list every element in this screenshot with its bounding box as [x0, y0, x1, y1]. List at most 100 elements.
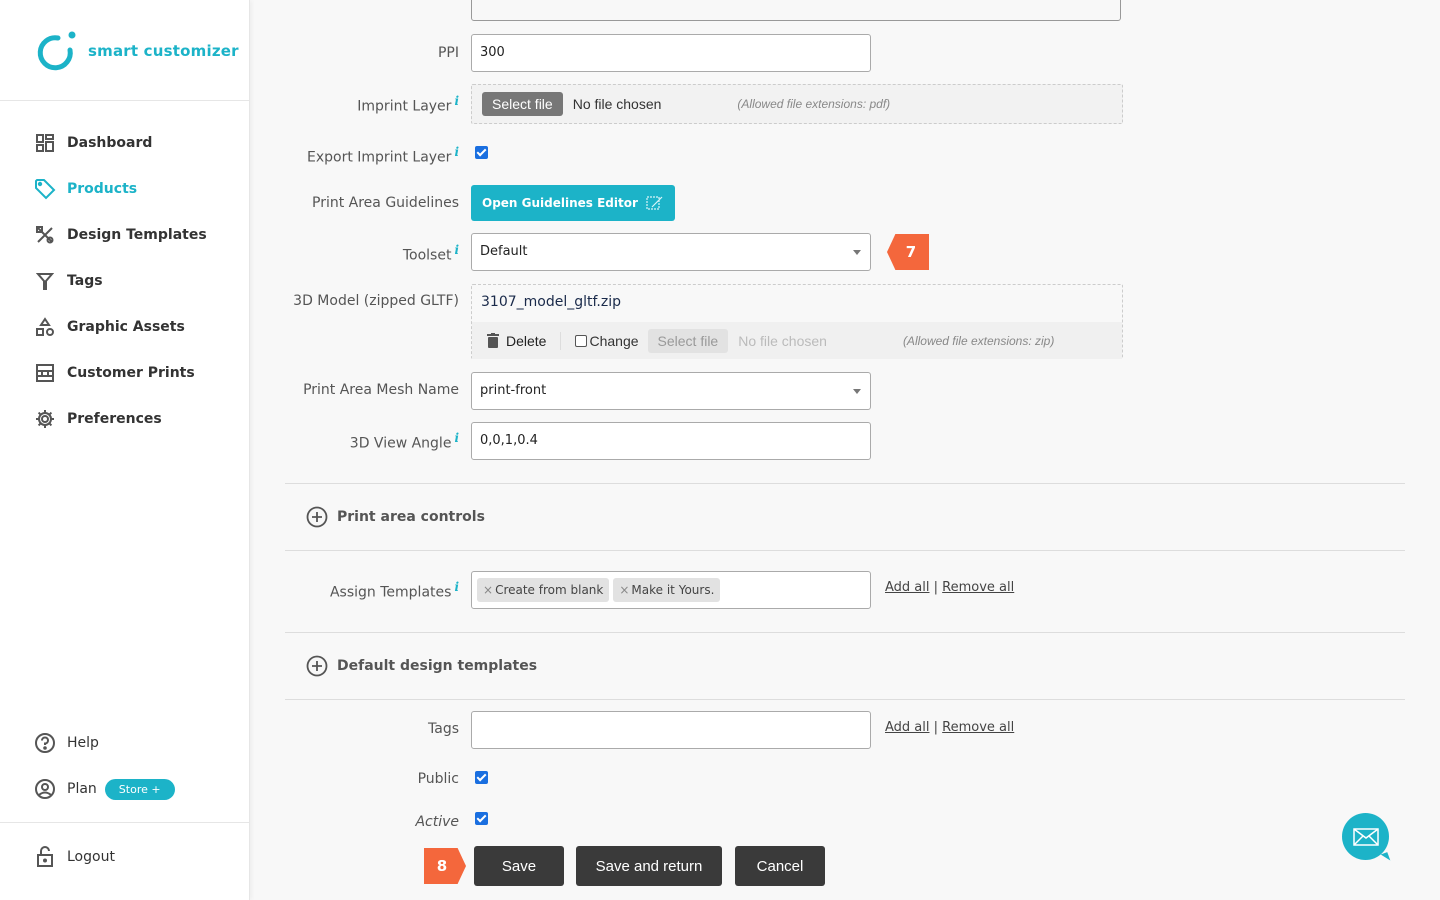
- plus-circle-icon: [306, 655, 328, 677]
- toolset-select[interactable]: Default: [471, 233, 871, 271]
- tags-links: Add all | Remove all: [885, 720, 1014, 735]
- plus-circle-icon: [306, 506, 328, 528]
- gear-icon: [34, 408, 56, 430]
- sidebar-item-tags[interactable]: Tags: [0, 258, 250, 304]
- prints-icon: [34, 362, 56, 384]
- remove-chip-icon[interactable]: ×: [619, 583, 629, 597]
- tags-label: Tags: [428, 721, 459, 737]
- assign-templates-label: Assign Templates i: [330, 580, 459, 601]
- divider: [285, 483, 1405, 484]
- chat-widget-button[interactable]: [1342, 813, 1389, 860]
- sidebar-item-label: Design Templates: [67, 227, 207, 243]
- tags-input[interactable]: [471, 711, 871, 749]
- section-default-design-templates[interactable]: Default design templates: [306, 655, 537, 677]
- ppi-value: 300: [480, 45, 505, 60]
- sidebar-item-dashboard[interactable]: Dashboard: [0, 120, 250, 166]
- model-3d-filename[interactable]: 3107_model_gltf.zip: [481, 294, 621, 310]
- textarea-top[interactable]: [471, 0, 1121, 21]
- link-separator: |: [933, 580, 939, 595]
- info-icon[interactable]: i: [454, 580, 459, 594]
- sidebar-item-label: Customer Prints: [67, 365, 195, 381]
- file-hint: (Allowed file extensions: zip): [902, 333, 1055, 348]
- template-chip[interactable]: × Make it Yours.: [613, 578, 721, 602]
- select-file-button[interactable]: Select file: [647, 328, 729, 353]
- sidebar: smart customizer Dashboard Products Desi…: [0, 0, 250, 900]
- active-checkbox[interactable]: [475, 812, 488, 825]
- sidebar-item-products[interactable]: Products: [0, 166, 250, 212]
- section-title: Print area controls: [337, 509, 485, 525]
- mesh-name-value: print-front: [480, 383, 547, 398]
- file-hint: (Allowed file extensions: pdf): [737, 97, 891, 111]
- print-area-guidelines-label: Print Area Guidelines: [312, 195, 459, 211]
- sidebar-item-preferences[interactable]: Preferences: [0, 396, 250, 442]
- export-imprint-layer-label: Export Imprint Layer i: [307, 145, 459, 166]
- delete-button[interactable]: Delete: [487, 333, 546, 349]
- sidebar-item-customer-prints[interactable]: Customer Prints: [0, 350, 250, 396]
- logo[interactable]: smart customizer: [0, 0, 250, 101]
- change-checkbox[interactable]: [575, 334, 588, 347]
- chip-label: Make it Yours.: [631, 583, 715, 597]
- export-imprint-layer-checkbox[interactable]: [475, 146, 488, 159]
- assign-templates-label-text: Assign Templates: [329, 584, 452, 601]
- view-angle-input[interactable]: 0,0,1,0.4: [471, 422, 871, 460]
- step-marker-7: 7: [887, 234, 929, 270]
- remove-all-link[interactable]: Remove all: [942, 720, 1014, 735]
- public-checkbox[interactable]: [475, 771, 488, 784]
- sidebar-item-help[interactable]: Help: [0, 720, 250, 766]
- model-3d-label: 3D Model (zipped GLTF): [293, 293, 459, 309]
- add-all-link[interactable]: Add all: [885, 580, 930, 595]
- mail-icon: [1352, 827, 1379, 846]
- design-tools-icon: [34, 224, 56, 246]
- info-icon[interactable]: i: [454, 145, 459, 159]
- section-print-area-controls[interactable]: Print area controls: [306, 506, 485, 528]
- remove-chip-icon[interactable]: ×: [483, 583, 493, 597]
- info-icon[interactable]: i: [454, 431, 459, 445]
- sidebar-item-plan[interactable]: Plan Store +: [0, 766, 250, 812]
- cancel-button[interactable]: Cancel: [735, 846, 825, 886]
- model-3d-file-box: 3107_model_gltf.zip Delete Change Select…: [471, 284, 1123, 359]
- brand-name: smart customizer: [88, 42, 239, 60]
- sidebar-item-label: Logout: [67, 849, 115, 865]
- open-guidelines-editor-label: Open Guidelines Editor: [482, 196, 638, 210]
- main-nav: Dashboard Products Design Templates Tags…: [0, 120, 250, 442]
- filter-icon: [34, 270, 56, 292]
- assign-templates-input[interactable]: × Create from blank × Make it Yours.: [471, 571, 871, 609]
- info-icon[interactable]: i: [454, 243, 459, 257]
- section-title: Default design templates: [337, 658, 538, 674]
- imprint-layer-label: Imprint Layer i: [357, 94, 459, 115]
- assign-templates-links: Add all | Remove all: [885, 580, 1014, 595]
- save-and-return-button[interactable]: Save and return: [576, 846, 722, 886]
- sidebar-item-logout[interactable]: Logout: [0, 834, 250, 880]
- dashboard-icon: [34, 132, 56, 154]
- plan-badge[interactable]: Store +: [104, 778, 175, 800]
- info-icon[interactable]: i: [454, 94, 459, 108]
- sidebar-item-label: Products: [67, 181, 138, 197]
- sidebar-item-design-templates[interactable]: Design Templates: [0, 212, 250, 258]
- sidebar-item-label: Dashboard: [67, 135, 153, 151]
- view-angle-value: 0,0,1,0.4: [480, 433, 538, 448]
- mesh-name-label: Print Area Mesh Name: [303, 382, 459, 398]
- main-content: PPI 300 Imprint Layer i Select file No fi…: [251, 0, 1440, 900]
- trash-icon: [487, 333, 499, 348]
- sidebar-item-label: Graphic Assets: [67, 319, 185, 335]
- divider: [285, 550, 1405, 551]
- user-circle-icon: [34, 778, 56, 800]
- chevron-down-icon: [853, 250, 861, 255]
- ppi-label: PPI: [437, 45, 459, 61]
- sidebar-item-graphic-assets[interactable]: Graphic Assets: [0, 304, 250, 350]
- link-separator: |: [933, 720, 939, 735]
- separator: [560, 331, 562, 350]
- logout-section: Logout: [0, 834, 250, 880]
- sidebar-bottom-nav: Help Plan Store +: [0, 720, 250, 812]
- select-file-button[interactable]: Select file: [482, 92, 563, 116]
- remove-all-link[interactable]: Remove all: [942, 580, 1014, 595]
- save-button[interactable]: Save: [474, 846, 564, 886]
- divider: [285, 632, 1405, 633]
- mesh-name-select[interactable]: print-front: [471, 372, 871, 410]
- template-chip[interactable]: × Create from blank: [477, 578, 610, 602]
- sidebar-divider: [0, 822, 250, 823]
- add-all-link[interactable]: Add all: [885, 720, 930, 735]
- toolset-label: Toolset i: [403, 243, 459, 264]
- open-guidelines-editor-button[interactable]: Open Guidelines Editor: [471, 185, 675, 221]
- ppi-input[interactable]: 300: [471, 34, 871, 72]
